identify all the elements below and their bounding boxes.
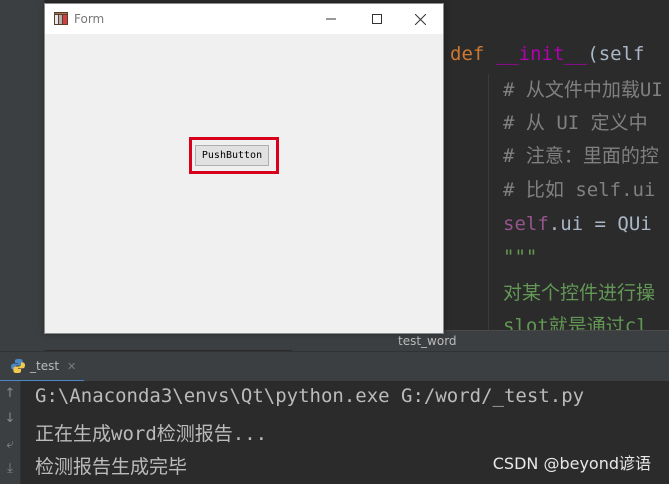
code-line: # 从文件中加载UI [503,79,663,101]
code-line: 对某个控件进行操 [503,282,656,304]
arrow-down-icon[interactable]: ↓ [2,411,18,427]
run-toolbar: ↑ ↓ ⤶ ⤓ [0,381,21,484]
console-line: 正在生成word检测报告... [35,423,268,445]
code-line: # 注意：里面的控 [503,145,659,167]
window-titlebar[interactable]: Form [45,4,443,34]
code-line: # 比如 self.ui [503,179,656,201]
form-client-area: PushButton [45,34,443,333]
app-icon [54,12,68,25]
wrap-icon[interactable]: ⤶ [2,437,18,453]
scroll-end-icon[interactable]: ⤓ [2,461,18,477]
code-editor[interactable]: def __init__(self # 从文件中加载UI # 从 UI 定义中 … [444,0,669,330]
form-window: Form PushButton [44,3,444,334]
close-icon [414,13,426,25]
watermark: CSDN @beyond谚语 [492,454,651,473]
close-icon[interactable]: ✕ [67,360,76,373]
run-console[interactable]: ↑ ↓ ⤶ ⤓ G:\Anaconda3\envs\Qt\python.exe … [0,381,669,484]
maximize-button[interactable] [354,4,400,34]
arrow-up-icon[interactable]: ↑ [2,386,18,402]
editor-filename: test_word [398,334,457,348]
code-line: slot就是通过cl [503,315,648,330]
maximize-icon [372,14,382,24]
window-title: Form [74,12,105,26]
console-line: 检测报告生成完毕 [35,456,188,478]
console-line: G:\Anaconda3\envs\Qt\python.exe G:/word/… [35,385,585,407]
minimize-icon [326,18,336,20]
close-button[interactable] [397,4,443,34]
ide-left-gutter [0,0,45,352]
code-line: """ [503,246,538,268]
python-icon [11,359,25,373]
run-panel-header: _test ✕ [0,351,669,382]
indent-guide [488,74,489,330]
run-tab[interactable]: _test ✕ [0,352,85,382]
minimize-button[interactable] [308,4,354,34]
push-button[interactable]: PushButton [195,145,269,166]
code-line: def __init__(self [450,43,645,65]
run-tab-label: _test [30,359,60,373]
code-line: # 从 UI 定义中 [503,112,648,134]
code-line: self.ui = QUi [503,213,652,235]
